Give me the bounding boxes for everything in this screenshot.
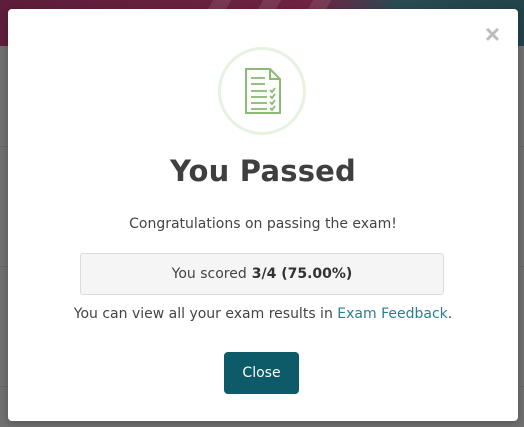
score-box: You scored 3/4 (75.00%) (80, 253, 444, 295)
congratulations-message: Congratulations on passing the exam! (129, 216, 397, 232)
checklist-document-icon (245, 68, 281, 114)
close-icon[interactable]: × (485, 21, 500, 47)
icon-ring (218, 47, 306, 135)
results-suffix: . (447, 306, 453, 322)
close-button[interactable]: Close (224, 352, 299, 394)
results-line: You can view all your exam results in Ex… (8, 306, 518, 322)
modal-title: You Passed (170, 154, 356, 188)
score-value: 3/4 (75.00%) (251, 266, 353, 282)
exam-feedback-link[interactable]: Exam Feedback (337, 306, 447, 322)
score-label: You scored (171, 266, 247, 282)
results-text: You can view all your exam results in (73, 306, 333, 322)
exam-result-modal: × You Passed Congratulations on passing … (8, 9, 518, 421)
